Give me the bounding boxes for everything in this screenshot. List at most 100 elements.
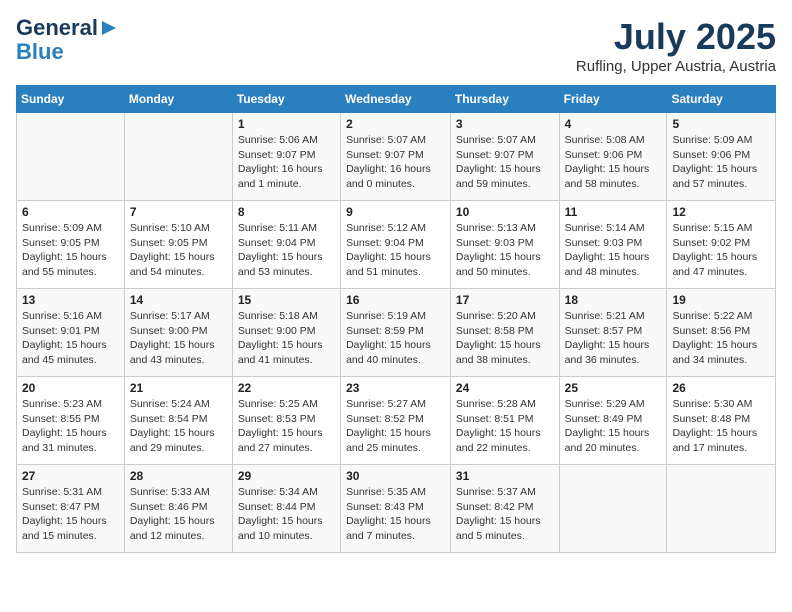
calendar-cell: 24Sunrise: 5:28 AMSunset: 8:51 PMDayligh… — [450, 377, 559, 465]
day-number: 13 — [22, 293, 119, 307]
calendar-cell: 29 Sunrise: 5:34 AMSunset: 8:44 PMDayligh… — [232, 465, 340, 553]
calendar-cell: 21 Sunrise: 5:24 AMSunset: 8:54 PMDayligh… — [124, 377, 232, 465]
calendar-cell: 27 Sunrise: 5:31 AMSunset: 8:47 PMDayligh… — [17, 465, 125, 553]
calendar-week-row: 27 Sunrise: 5:31 AMSunset: 8:47 PMDayligh… — [17, 465, 776, 553]
day-number: 20 — [22, 381, 119, 395]
calendar-table: SundayMondayTuesdayWednesdayThursdayFrid… — [16, 85, 776, 553]
day-number: 22 — [238, 381, 335, 395]
weekday-header-monday: Monday — [124, 86, 232, 113]
calendar-cell: 13 Sunrise: 5:16 AMSunset: 9:01 PMDayligh… — [17, 289, 125, 377]
day-number: 10 — [456, 205, 554, 219]
day-info: Sunrise: 5:29 AMSunset: 8:49 PMDaylight:… — [565, 397, 662, 456]
day-number: 25 — [565, 381, 662, 395]
weekday-header-sunday: Sunday — [17, 86, 125, 113]
calendar-cell — [559, 465, 667, 553]
calendar-week-row: 6 Sunrise: 5:09 AMSunset: 9:05 PMDaylight… — [17, 201, 776, 289]
calendar-cell: 31 Sunrise: 5:37 AMSunset: 8:42 PMDayligh… — [450, 465, 559, 553]
day-number: 14 — [130, 293, 227, 307]
calendar-cell: 10 Sunrise: 5:13 AMSunset: 9:03 PMDayligh… — [450, 201, 559, 289]
day-info: Sunrise: 5:10 AMSunset: 9:05 PMDaylight:… — [130, 221, 227, 280]
calendar-cell: 1 Sunrise: 5:06 AMSunset: 9:07 PMDaylight… — [232, 113, 340, 201]
calendar-cell: 26 Sunrise: 5:30 AMSunset: 8:48 PMDayligh… — [667, 377, 776, 465]
day-number: 15 — [238, 293, 335, 307]
day-info: Sunrise: 5:11 AMSunset: 9:04 PMDaylight:… — [238, 221, 335, 280]
weekday-header-thursday: Thursday — [450, 86, 559, 113]
day-number: 7 — [130, 205, 227, 219]
day-number: 23 — [346, 381, 445, 395]
day-number: 9 — [346, 205, 445, 219]
calendar-cell: 30Sunrise: 5:35 AMSunset: 8:43 PMDayligh… — [341, 465, 451, 553]
calendar-cell — [667, 465, 776, 553]
day-number: 1 — [238, 117, 335, 131]
day-info: Sunrise: 5:24 AMSunset: 8:54 PMDaylight:… — [130, 397, 227, 456]
day-info: Sunrise: 5:37 AMSunset: 8:42 PMDaylight:… — [456, 485, 554, 544]
day-info: Sunrise: 5:19 AMSunset: 8:59 PMDaylight:… — [346, 309, 445, 368]
day-info: Sunrise: 5:35 AMSunset: 8:43 PMDaylight:… — [346, 485, 445, 544]
day-number: 16 — [346, 293, 445, 307]
calendar-cell: 12 Sunrise: 5:15 AMSunset: 9:02 PMDayligh… — [667, 201, 776, 289]
day-number: 24 — [456, 381, 554, 395]
day-number: 6 — [22, 205, 119, 219]
day-info: Sunrise: 5:13 AMSunset: 9:03 PMDaylight:… — [456, 221, 554, 280]
day-number: 29 — [238, 469, 335, 483]
day-number: 12 — [672, 205, 770, 219]
day-info: Sunrise: 5:06 AMSunset: 9:07 PMDaylight:… — [238, 133, 335, 192]
calendar-cell: 28 Sunrise: 5:33 AMSunset: 8:46 PMDayligh… — [124, 465, 232, 553]
location: Rufling, Upper Austria, Austria — [576, 58, 776, 75]
day-number: 27 — [22, 469, 119, 483]
calendar-cell: 3Sunrise: 5:07 AMSunset: 9:07 PMDaylight… — [450, 113, 559, 201]
day-number: 19 — [672, 293, 770, 307]
day-info: Sunrise: 5:21 AMSunset: 8:57 PMDaylight:… — [565, 309, 662, 368]
calendar-cell: 4 Sunrise: 5:08 AMSunset: 9:06 PMDaylight… — [559, 113, 667, 201]
day-info: Sunrise: 5:16 AMSunset: 9:01 PMDaylight:… — [22, 309, 119, 368]
calendar-cell: 15Sunrise: 5:18 AMSunset: 9:00 PMDayligh… — [232, 289, 340, 377]
calendar-cell: 6 Sunrise: 5:09 AMSunset: 9:05 PMDaylight… — [17, 201, 125, 289]
weekday-header-wednesday: Wednesday — [341, 86, 451, 113]
day-info: Sunrise: 5:22 AMSunset: 8:56 PMDaylight:… — [672, 309, 770, 368]
day-info: Sunrise: 5:08 AMSunset: 9:06 PMDaylight:… — [565, 133, 662, 192]
day-number: 17 — [456, 293, 554, 307]
day-number: 4 — [565, 117, 662, 131]
day-number: 5 — [672, 117, 770, 131]
logo: General Blue — [16, 16, 118, 64]
calendar-week-row: 20 Sunrise: 5:23 AMSunset: 8:55 PMDayligh… — [17, 377, 776, 465]
calendar-cell: 20 Sunrise: 5:23 AMSunset: 8:55 PMDayligh… — [17, 377, 125, 465]
weekday-header-tuesday: Tuesday — [232, 86, 340, 113]
calendar-cell: 23 Sunrise: 5:27 AMSunset: 8:52 PMDayligh… — [341, 377, 451, 465]
calendar-cell: 2Sunrise: 5:07 AMSunset: 9:07 PMDaylight… — [341, 113, 451, 201]
day-info: Sunrise: 5:14 AMSunset: 9:03 PMDaylight:… — [565, 221, 662, 280]
day-info: Sunrise: 5:31 AMSunset: 8:47 PMDaylight:… — [22, 485, 119, 544]
day-info: Sunrise: 5:33 AMSunset: 8:46 PMDaylight:… — [130, 485, 227, 544]
day-info: Sunrise: 5:15 AMSunset: 9:02 PMDaylight:… — [672, 221, 770, 280]
day-number: 31 — [456, 469, 554, 483]
day-info: Sunrise: 5:23 AMSunset: 8:55 PMDaylight:… — [22, 397, 119, 456]
logo-arrow-icon — [100, 19, 118, 37]
day-number: 8 — [238, 205, 335, 219]
page-header: General Blue July 2025 Rufling, Upper Au… — [16, 16, 776, 75]
calendar-cell: 7 Sunrise: 5:10 AMSunset: 9:05 PMDaylight… — [124, 201, 232, 289]
calendar-cell: 18Sunrise: 5:21 AMSunset: 8:57 PMDayligh… — [559, 289, 667, 377]
calendar-cell: 25 Sunrise: 5:29 AMSunset: 8:49 PMDayligh… — [559, 377, 667, 465]
day-number: 11 — [565, 205, 662, 219]
calendar-cell: 8 Sunrise: 5:11 AMSunset: 9:04 PMDaylight… — [232, 201, 340, 289]
day-number: 28 — [130, 469, 227, 483]
calendar-cell: 9 Sunrise: 5:12 AMSunset: 9:04 PMDaylight… — [341, 201, 451, 289]
day-number: 26 — [672, 381, 770, 395]
day-info: Sunrise: 5:07 AMSunset: 9:07 PMDaylight:… — [346, 133, 445, 192]
calendar-cell: 22 Sunrise: 5:25 AMSunset: 8:53 PMDayligh… — [232, 377, 340, 465]
day-info: Sunrise: 5:34 AMSunset: 8:44 PMDaylight:… — [238, 485, 335, 544]
calendar-cell: 16 Sunrise: 5:19 AMSunset: 8:59 PMDayligh… — [341, 289, 451, 377]
day-info: Sunrise: 5:27 AMSunset: 8:52 PMDaylight:… — [346, 397, 445, 456]
day-number: 21 — [130, 381, 227, 395]
weekday-header-row: SundayMondayTuesdayWednesdayThursdayFrid… — [17, 86, 776, 113]
day-info: Sunrise: 5:30 AMSunset: 8:48 PMDaylight:… — [672, 397, 770, 456]
logo-text: General — [16, 16, 98, 40]
day-info: Sunrise: 5:12 AMSunset: 9:04 PMDaylight:… — [346, 221, 445, 280]
day-number: 3 — [456, 117, 554, 131]
day-info: Sunrise: 5:09 AMSunset: 9:05 PMDaylight:… — [22, 221, 119, 280]
calendar-week-row: 1 Sunrise: 5:06 AMSunset: 9:07 PMDaylight… — [17, 113, 776, 201]
day-info: Sunrise: 5:25 AMSunset: 8:53 PMDaylight:… — [238, 397, 335, 456]
day-info: Sunrise: 5:20 AMSunset: 8:58 PMDaylight:… — [456, 309, 554, 368]
logo-blue-text: Blue — [16, 40, 64, 64]
day-info: Sunrise: 5:17 AMSunset: 9:00 PMDaylight:… — [130, 309, 227, 368]
